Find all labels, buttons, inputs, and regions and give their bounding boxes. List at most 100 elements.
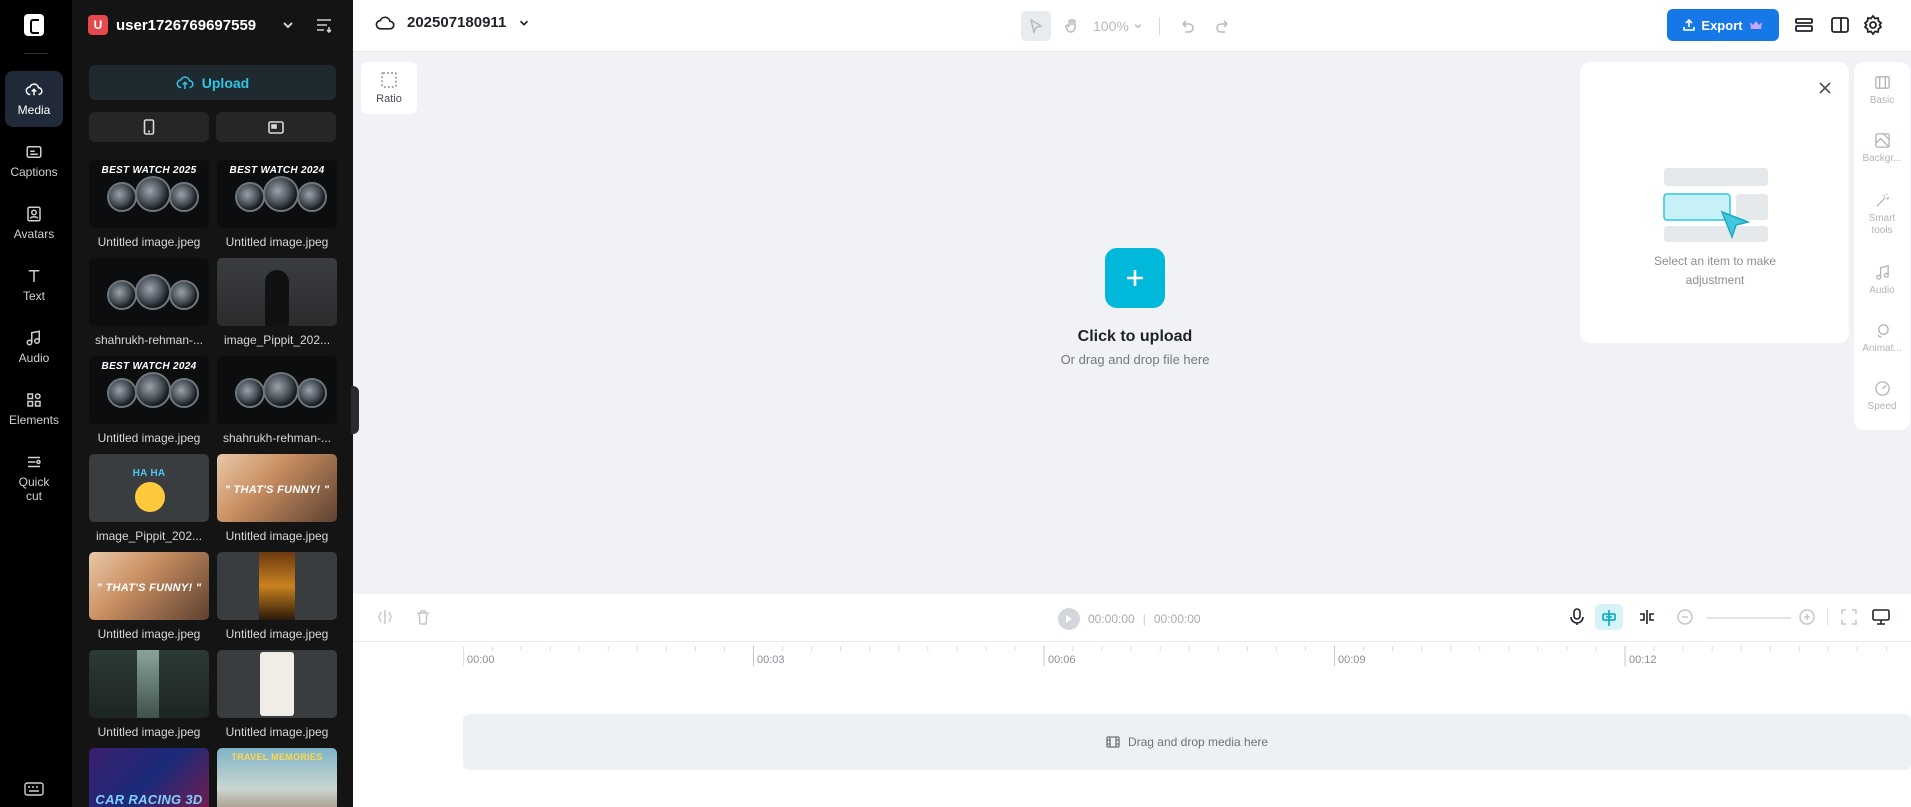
media-thumbnail[interactable]: HA HA (89, 454, 209, 522)
captions-icon (26, 146, 42, 158)
rail-item-avatars[interactable]: Avatars (5, 195, 63, 251)
media-item[interactable]: shahrukh-rehman-... (89, 258, 209, 347)
gear-icon[interactable] (1862, 14, 1884, 36)
thumbnail-overlay-text: CAR RACING 3D (95, 792, 203, 807)
sort-list-icon[interactable] (315, 16, 333, 34)
toolbar-divider (1159, 17, 1160, 35)
media-item[interactable]: " THAT'S FUNNY! " Untitled image.jpeg (89, 552, 209, 641)
thumbnail-overlay-text: BEST WATCH 2024 (229, 165, 325, 176)
fit-screen-icon[interactable] (1839, 607, 1859, 627)
play-button[interactable] (1058, 608, 1080, 630)
chevron-down-icon[interactable] (281, 18, 295, 32)
media-thumbnail[interactable]: " THAT'S FUNNY! " (89, 552, 209, 620)
prop-background[interactable]: Backgr... (1854, 132, 1910, 165)
select-tool-button[interactable] (1021, 11, 1051, 41)
media-thumbnail[interactable]: TRAVEL MEMORIES (217, 748, 337, 807)
landscape-filter-button[interactable] (216, 112, 336, 142)
media-item[interactable]: CAR RACING 3D (89, 748, 209, 807)
media-thumbnail[interactable]: BEST WATCH 2024 (89, 356, 209, 424)
timeline-dropzone[interactable]: Drag and drop media here (463, 714, 1911, 770)
ratio-button[interactable]: Ratio (361, 62, 417, 114)
thumbnail-overlay-text: " THAT'S FUNNY! " (96, 582, 202, 594)
media-label: shahrukh-rehman-... (94, 333, 204, 347)
rail-item-captions[interactable]: Captions (5, 133, 63, 189)
ratio-label: Ratio (376, 93, 402, 105)
upload-button[interactable]: Upload (89, 65, 336, 100)
prop-label: Animat... (1862, 343, 1902, 354)
thumbnail-overlay-text: BEST WATCH 2024 (101, 361, 197, 372)
waterfall-graphic (137, 650, 159, 718)
preview-monitor-icon[interactable] (1871, 607, 1891, 627)
media-thumbnail[interactable]: " THAT'S FUNNY! " (217, 454, 337, 522)
media-thumbnail[interactable] (89, 650, 209, 718)
app-logo-icon[interactable] (24, 14, 44, 36)
media-thumbnail[interactable]: CAR RACING 3D (89, 748, 209, 807)
media-thumbnail[interactable] (217, 650, 337, 718)
rail-item-quick-cut[interactable]: Quick cut (5, 443, 63, 513)
cloud-upload-icon (176, 75, 194, 89)
media-item[interactable]: Untitled image.jpeg (217, 552, 337, 641)
media-label: Untitled image.jpeg (97, 235, 201, 249)
rail-item-text[interactable]: Text (5, 257, 63, 313)
upload-title[interactable]: Click to upload (1035, 328, 1235, 346)
prop-label: Basic (1869, 95, 1895, 106)
rail-item-label: Avatars (13, 227, 55, 241)
hand-tool-button[interactable] (1057, 11, 1087, 41)
project-selector[interactable]: 202507180911 (375, 14, 530, 31)
media-thumbnail[interactable]: BEST WATCH 2024 (217, 160, 337, 228)
split-icon[interactable] (375, 607, 395, 627)
media-item[interactable]: HA HA image_Pippit_202... (89, 454, 209, 543)
prop-basic[interactable]: Basic (1854, 74, 1910, 107)
prop-animation[interactable]: Animat... (1854, 322, 1910, 355)
rail-divider (24, 53, 48, 54)
media-label: shahrukh-rehman-... (222, 431, 332, 445)
link-split-icon[interactable] (1637, 607, 1657, 627)
media-label: Untitled image.jpeg (97, 431, 201, 445)
redo-button[interactable] (1208, 11, 1238, 41)
trash-icon[interactable] (413, 607, 433, 627)
rail-item-media[interactable]: Media (5, 71, 63, 127)
timeline-zoom-slider[interactable] (1707, 617, 1791, 619)
export-button[interactable]: Export (1667, 9, 1779, 41)
media-thumbnail[interactable]: BEST WATCH 2025 (89, 160, 209, 228)
undo-button[interactable] (1172, 11, 1202, 41)
thumbnail-overlay-text: TRAVEL MEMORIES (231, 752, 323, 762)
layout-panel-icon[interactable] (1829, 14, 1851, 36)
media-item[interactable]: TRAVEL MEMORIES (217, 748, 337, 807)
media-item[interactable]: BEST WATCH 2024 Untitled image.jpeg (89, 356, 209, 445)
media-item[interactable]: shahrukh-rehman-... (217, 356, 337, 445)
layers-icon[interactable] (1793, 14, 1815, 36)
keyboard-icon[interactable] (24, 782, 44, 796)
media-item[interactable]: Untitled image.jpeg (217, 650, 337, 739)
rail-item-elements[interactable]: Elements (5, 381, 63, 437)
magnet-snap-button[interactable] (1595, 604, 1623, 630)
media-item[interactable]: image_Pippit_202... (217, 258, 337, 347)
left-rail: Media Captions Avatars Text Audio Elemen… (0, 0, 72, 807)
prop-speed[interactable]: Speed (1854, 380, 1910, 413)
laughing-emoji-icon (135, 482, 165, 512)
zoom-out-icon[interactable] (1675, 607, 1695, 627)
panel-collapse-handle[interactable] (351, 386, 359, 434)
microphone-icon[interactable] (1567, 607, 1587, 627)
account-header[interactable]: U user1726769697559 (88, 12, 344, 38)
prop-smart-tools[interactable]: Smart tools (1854, 192, 1910, 237)
export-icon (1683, 19, 1696, 31)
watch-graphic (107, 378, 137, 408)
media-item[interactable]: BEST WATCH 2025 Untitled image.jpeg (89, 160, 209, 249)
media-thumbnail[interactable] (217, 552, 337, 620)
close-icon[interactable] (1817, 80, 1833, 96)
prop-audio[interactable]: Audio (1854, 264, 1910, 297)
portrait-filter-button[interactable] (89, 112, 209, 142)
media-item[interactable]: " THAT'S FUNNY! " Untitled image.jpeg (217, 454, 337, 543)
media-thumbnail[interactable] (89, 258, 209, 326)
canvas-tools: 100% (1021, 11, 1238, 41)
zoom-in-icon[interactable] (1797, 607, 1817, 627)
add-media-button[interactable] (1105, 248, 1165, 308)
media-thumbnail[interactable] (217, 356, 337, 424)
media-item[interactable]: BEST WATCH 2024 Untitled image.jpeg (217, 160, 337, 249)
media-thumbnail[interactable] (217, 258, 337, 326)
rail-item-audio[interactable]: Audio (5, 319, 63, 375)
media-item[interactable]: Untitled image.jpeg (89, 650, 209, 739)
watch-graphic (107, 182, 137, 212)
zoom-dropdown[interactable]: 100% (1093, 18, 1147, 34)
